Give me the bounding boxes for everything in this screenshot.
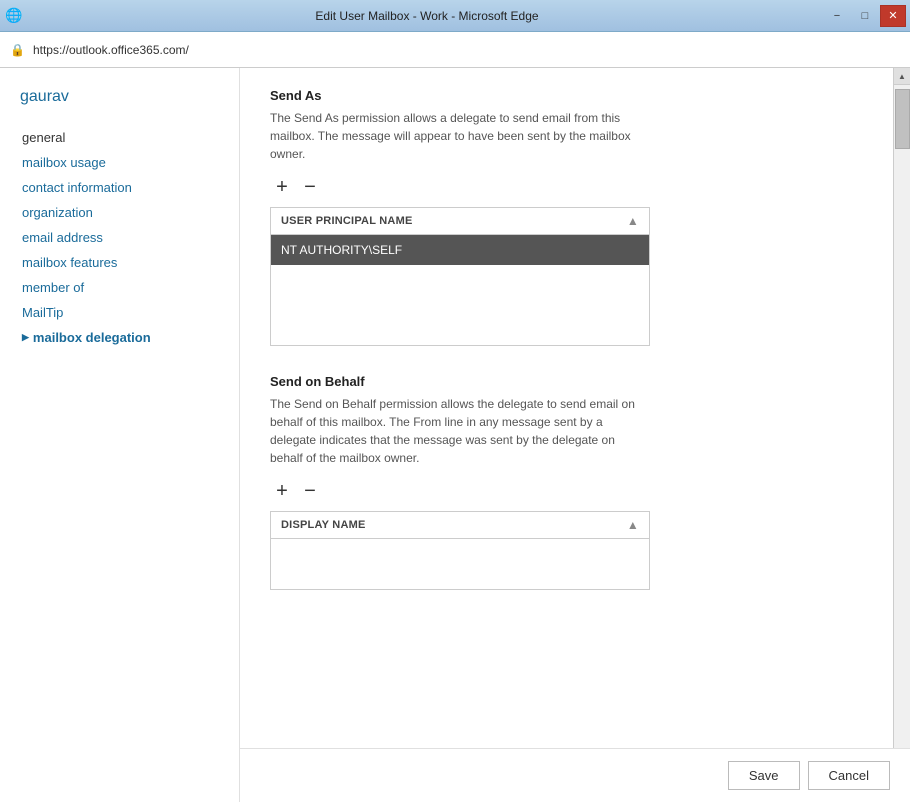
send-as-section: Send As The Send As permission allows a … xyxy=(270,88,880,346)
send-on-behalf-description: The Send on Behalf permission allows the… xyxy=(270,395,650,467)
sidebar-item-email-address[interactable]: email address xyxy=(20,226,239,249)
send-as-remove-button[interactable]: − xyxy=(298,175,322,199)
save-button[interactable]: Save xyxy=(728,761,800,790)
address-input[interactable] xyxy=(33,43,900,57)
send-on-behalf-table: DISPLAY NAME ▲ xyxy=(270,511,650,590)
sidebar-item-mailtip[interactable]: MailTip xyxy=(20,301,239,324)
sidebar-item-mailbox-usage[interactable]: mailbox usage xyxy=(20,151,239,174)
main-window: gaurav general mailbox usage contact inf… xyxy=(0,68,910,802)
sidebar-item-organization[interactable]: organization xyxy=(20,201,239,224)
sidebar-item-general[interactable]: general xyxy=(20,126,239,149)
send-on-behalf-actions: + − xyxy=(270,479,880,503)
send-as-actions: + − xyxy=(270,175,880,199)
minimize-button[interactable]: − xyxy=(824,5,850,27)
maximize-button[interactable]: □ xyxy=(852,5,878,27)
sidebar-username: gaurav xyxy=(20,88,239,106)
send-as-add-button[interactable]: + xyxy=(270,175,294,199)
send-as-table: USER PRINCIPAL NAME ▲ NT AUTHORITY\SELF xyxy=(270,207,650,346)
send-on-behalf-section: Send on Behalf The Send on Behalf permis… xyxy=(270,374,880,590)
sidebar-nav: general mailbox usage contact informatio… xyxy=(20,126,239,349)
window-controls: − □ ✕ xyxy=(824,5,906,27)
send-on-behalf-title: Send on Behalf xyxy=(270,374,880,389)
send-on-behalf-table-body xyxy=(271,539,649,589)
sidebar-item-mailbox-features[interactable]: mailbox features xyxy=(20,251,239,274)
cancel-button[interactable]: Cancel xyxy=(808,761,890,790)
send-on-behalf-remove-button[interactable]: − xyxy=(298,479,322,503)
send-on-behalf-sort-icon[interactable]: ▲ xyxy=(627,518,639,532)
content-area: Send As The Send As permission allows a … xyxy=(240,68,910,802)
close-button[interactable]: ✕ xyxy=(880,5,906,27)
send-on-behalf-column-label: DISPLAY NAME xyxy=(281,519,627,531)
send-as-column-label: USER PRINCIPAL NAME xyxy=(281,215,627,227)
send-on-behalf-table-header: DISPLAY NAME ▲ xyxy=(271,512,649,539)
scrollbar-up-button[interactable]: ▲ xyxy=(894,68,910,85)
sidebar-item-mailbox-delegation[interactable]: mailbox delegation xyxy=(20,326,239,349)
sort-icon[interactable]: ▲ xyxy=(627,214,639,228)
window-title: Edit User Mailbox - Work - Microsoft Edg… xyxy=(30,9,824,23)
send-as-table-header: USER PRINCIPAL NAME ▲ xyxy=(271,208,649,235)
sidebar-item-member-of[interactable]: member of xyxy=(20,276,239,299)
sidebar-item-contact-information[interactable]: contact information xyxy=(20,176,239,199)
send-as-table-body xyxy=(271,265,649,345)
lock-icon: 🔒 xyxy=(10,43,25,57)
addressbar: 🔒 xyxy=(0,32,910,68)
send-on-behalf-add-button[interactable]: + xyxy=(270,479,294,503)
footer: Save Cancel xyxy=(240,748,910,802)
sidebar: gaurav general mailbox usage contact inf… xyxy=(0,68,240,802)
titlebar: 🌐 Edit User Mailbox - Work - Microsoft E… xyxy=(0,0,910,32)
send-as-description: The Send As permission allows a delegate… xyxy=(270,109,650,163)
scrollbar-track: ▲ ▼ xyxy=(893,68,910,802)
send-as-table-row-selected[interactable]: NT AUTHORITY\SELF xyxy=(271,235,649,265)
scrollbar-thumb[interactable] xyxy=(895,89,910,149)
send-as-title: Send As xyxy=(270,88,880,103)
browser-icon: 🌐 xyxy=(4,6,24,26)
